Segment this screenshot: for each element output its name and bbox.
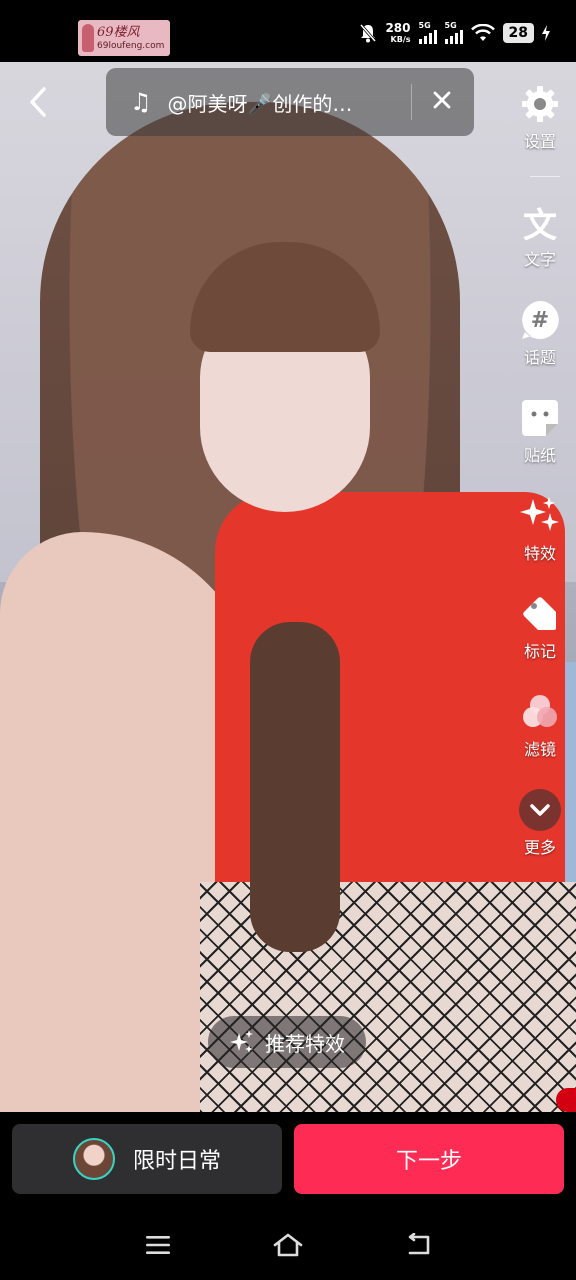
menu-icon[interactable] [144, 1234, 172, 1256]
mute-bell-icon [360, 24, 377, 43]
more-label: 更多 [523, 838, 556, 857]
next-step-label: 下一步 [395, 1149, 462, 1174]
topic-label: 话题 [523, 348, 556, 367]
back-button[interactable] [20, 82, 56, 122]
next-step-button[interactable]: 下一步 [294, 1124, 564, 1194]
more-button[interactable]: 更多 [510, 788, 570, 858]
sticker-button[interactable]: 贴纸 [510, 396, 570, 466]
signal-sim2-icon: 5G [444, 22, 463, 44]
music-note-icon: ♫ [130, 88, 152, 116]
effects-button[interactable]: 特效 [510, 494, 570, 564]
watermark-site: 69loufeng.com [97, 40, 165, 51]
recommend-effects-button[interactable]: 推荐特效 [208, 1016, 366, 1068]
wifi-icon [470, 24, 495, 41]
battery-level: 28 [502, 23, 534, 43]
status-bar: 69楼风 69loufeng.com 280 KB/s 5G 5G 28 [0, 0, 576, 62]
daily-post-button[interactable]: 限时日常 [12, 1124, 282, 1194]
net-speed: 280 KB/s [385, 21, 411, 44]
filter-label: 滤镜 [523, 740, 556, 759]
text-icon: 文 [523, 205, 557, 246]
filter-icon [523, 695, 557, 727]
tag-button[interactable]: 标记 [510, 592, 570, 662]
sparkle-icon [520, 497, 559, 531]
watermark-logo: 69楼风 69loufeng.com [78, 20, 170, 56]
watermark-title: 69楼风 [97, 24, 140, 40]
filter-button[interactable]: 滤镜 [510, 690, 570, 760]
toolbar-divider [530, 176, 560, 177]
gear-icon [522, 86, 558, 122]
music-selector[interactable]: ♫ @阿美呀🎤创作的… [106, 68, 474, 136]
close-icon [433, 91, 451, 109]
settings-button[interactable]: 设置 [510, 82, 570, 152]
settings-label: 设置 [523, 132, 556, 151]
music-title: @阿美呀🎤创作的… [167, 91, 353, 116]
home-icon[interactable] [272, 1232, 304, 1258]
signal-sim1-icon: 5G [418, 22, 437, 44]
tag-label: 标记 [523, 642, 556, 661]
chevron-down-icon [519, 789, 561, 831]
system-nav-bar [0, 1210, 576, 1280]
avatar [72, 1138, 115, 1180]
back-nav-icon[interactable] [404, 1233, 432, 1257]
hashtag-icon: # [522, 301, 559, 339]
effects-label: 特效 [523, 544, 556, 563]
sticker-icon [522, 400, 558, 436]
photo-preview[interactable] [0, 62, 576, 1112]
close-music-button[interactable] [428, 88, 456, 116]
recommend-effects-label: 推荐特效 [265, 1031, 345, 1056]
record-indicator [556, 1088, 576, 1112]
svg-text:#: # [531, 308, 549, 333]
sticker-label: 贴纸 [523, 446, 556, 465]
chevron-left-icon [30, 87, 46, 117]
topic-button[interactable]: # 话题 [510, 298, 570, 368]
tag-icon [523, 597, 556, 630]
sparkle-icon [230, 1030, 253, 1053]
text-button[interactable]: 文 文字 [510, 200, 570, 270]
charging-icon [542, 25, 550, 41]
text-label: 文字 [523, 250, 556, 269]
daily-post-label: 限时日常 [132, 1149, 221, 1174]
